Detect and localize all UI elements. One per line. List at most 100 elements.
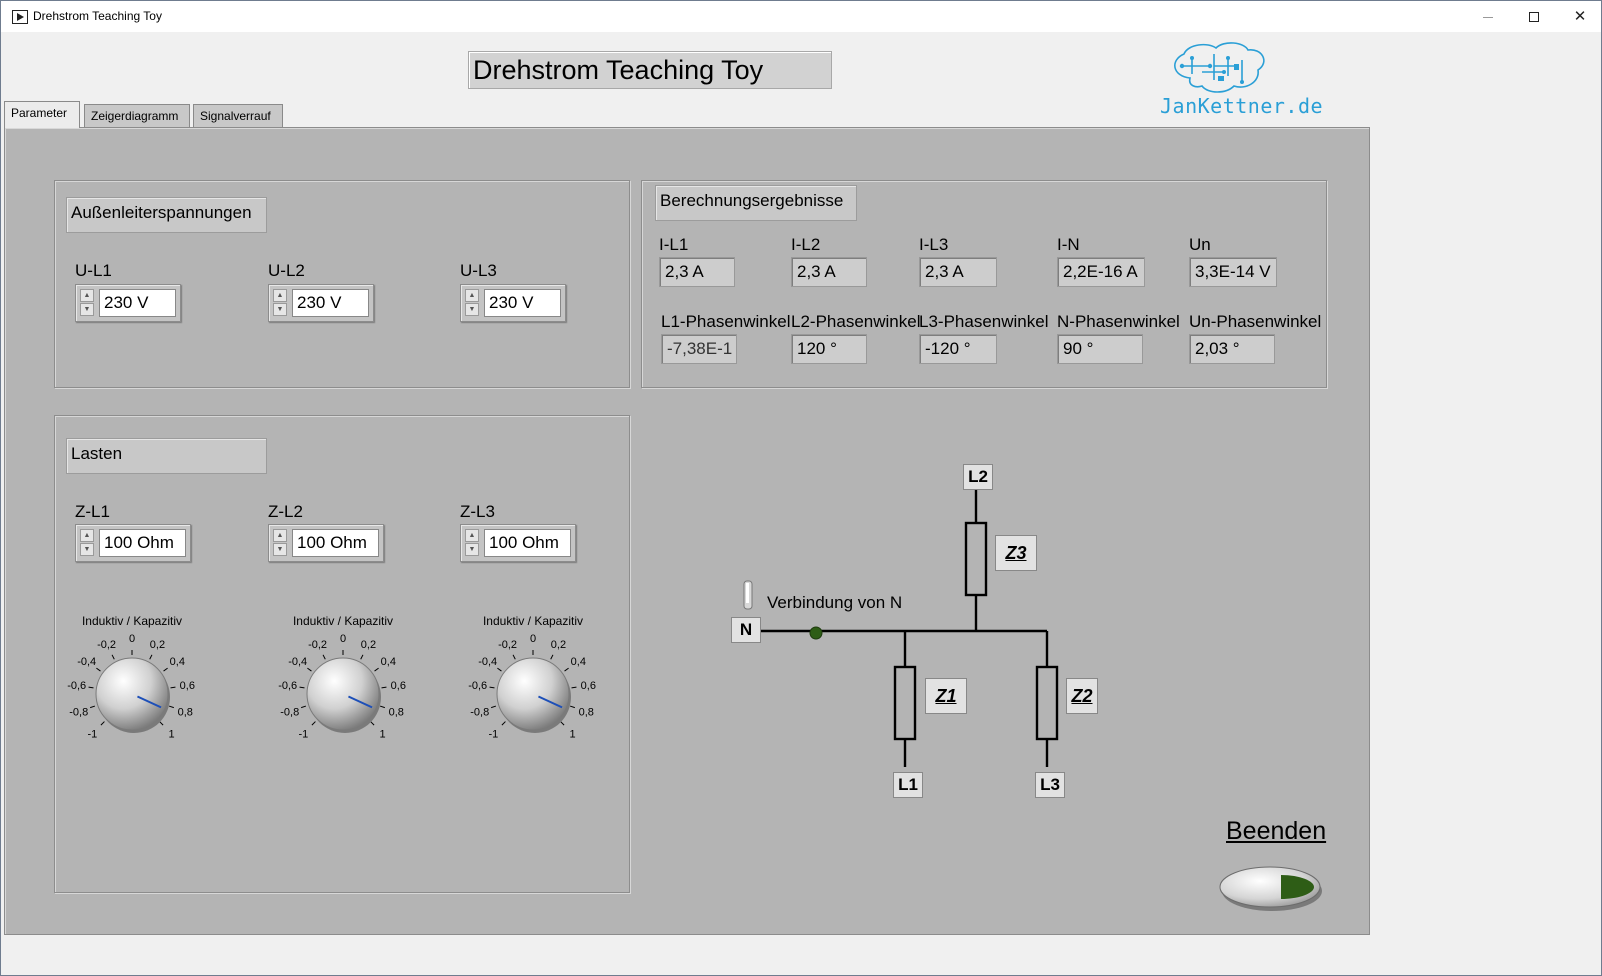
knob-scale-label: 0,4 bbox=[571, 656, 586, 668]
increment-icon[interactable]: ▲ bbox=[80, 529, 94, 542]
decrement-icon[interactable]: ▼ bbox=[465, 543, 479, 556]
knob-tick bbox=[379, 705, 386, 709]
z-l3-spinner[interactable]: ▲ ▼ bbox=[465, 529, 480, 557]
knob-tick bbox=[571, 686, 577, 689]
z-l3-label: Z-L3 bbox=[460, 502, 495, 521]
voltages-group: Außenleiterspannungen U-L1 ▲ ▼ 230 V U-L2… bbox=[54, 180, 630, 388]
knob-scale-label: -0,4 bbox=[478, 656, 497, 668]
knob-tick bbox=[89, 705, 96, 709]
knob-tick bbox=[374, 667, 379, 672]
tab-signalverlauf[interactable]: Signalverrauf bbox=[193, 104, 283, 128]
increment-icon[interactable]: ▲ bbox=[80, 289, 94, 302]
knob-tick bbox=[560, 721, 565, 726]
z-l3-input[interactable]: 100 Ohm bbox=[484, 529, 571, 557]
tab-parameter[interactable]: Parameter bbox=[4, 101, 80, 128]
knob-tick bbox=[163, 667, 168, 672]
knob-scale-label: 0 bbox=[340, 633, 346, 645]
u-l3-input[interactable]: 230 V bbox=[484, 289, 561, 317]
knob-scale-label: -0,2 bbox=[498, 639, 517, 651]
knob-scale-label: 1 bbox=[570, 729, 576, 741]
knob-scale-label: -0,4 bbox=[288, 656, 307, 668]
knob-scale-label: 1 bbox=[169, 729, 175, 741]
knob-scale-label: 0,2 bbox=[150, 639, 165, 651]
knob-dial[interactable]: -1-0,8 -0,6 -0,4-0,2 0 0,2 0,4 0,6 0,81 bbox=[463, 614, 603, 744]
results-group: Berechnungsergebnisse I-L1 2,3 A I-L2 2,… bbox=[641, 180, 1327, 388]
decrement-icon[interactable]: ▼ bbox=[80, 303, 94, 316]
knob-scale-label: 0,6 bbox=[391, 680, 406, 692]
n-switch-label: Verbindung von N bbox=[767, 593, 903, 612]
u-l1-spinner[interactable]: ▲ ▼ bbox=[80, 289, 95, 317]
u-l2-input[interactable]: 230 V bbox=[292, 289, 369, 317]
z1-label: Z1 bbox=[925, 678, 967, 714]
z-l1-label: Z-L1 bbox=[75, 502, 110, 521]
knob-scale-label: 0,6 bbox=[180, 680, 195, 692]
increment-icon[interactable]: ▲ bbox=[465, 529, 479, 542]
increment-icon[interactable]: ▲ bbox=[273, 289, 287, 302]
u-l2-label: U-L2 bbox=[268, 261, 305, 280]
decrement-icon[interactable]: ▼ bbox=[465, 303, 479, 316]
tab-zeigerdiagramm[interactable]: Zeigerdiagramm bbox=[84, 104, 190, 128]
quit-label: Beenden bbox=[1226, 817, 1327, 845]
app-heading: Drehstrom Teaching Toy bbox=[468, 51, 832, 89]
increment-icon[interactable]: ▲ bbox=[465, 289, 479, 302]
z-l1-input[interactable]: 100 Ohm bbox=[99, 529, 186, 557]
increment-icon[interactable]: ▲ bbox=[273, 529, 287, 542]
un-indicator: 3,3E-14 V bbox=[1189, 257, 1277, 287]
logo-text: JanKettner.de bbox=[1160, 94, 1324, 118]
knob-tick bbox=[311, 721, 316, 726]
circuit-diagram bbox=[743, 489, 1059, 767]
maximize-icon bbox=[1529, 12, 1539, 23]
loads-group: Lasten Z-L1 ▲ ▼ 100 Ohm Z-L2 ▲ ▼ 100 Ohm Z… bbox=[54, 415, 630, 893]
knob-body bbox=[496, 657, 570, 731]
decrement-icon[interactable]: ▼ bbox=[80, 543, 94, 556]
decrement-icon[interactable]: ▼ bbox=[273, 303, 287, 316]
i-n-indicator: 2,2E-16 A bbox=[1057, 257, 1145, 287]
n-switch[interactable] bbox=[743, 580, 753, 610]
knob-tick bbox=[550, 654, 554, 660]
results-group-title: Berechnungsergebnisse bbox=[655, 185, 857, 221]
app-icon bbox=[12, 10, 28, 24]
u-l3-spinner[interactable]: ▲ ▼ bbox=[465, 289, 480, 317]
decrement-icon[interactable]: ▼ bbox=[273, 543, 287, 556]
u-l2-spinner[interactable]: ▲ ▼ bbox=[273, 289, 288, 317]
knob-z-l3[interactable]: Induktiv / Kapazitiv -1 -0,8 -0,6 -0,4 -0,2 0… bbox=[463, 614, 603, 744]
voltages-group-title: Außenleiterspannungen bbox=[66, 197, 267, 233]
l3-angle-indicator: -120 ° bbox=[919, 334, 997, 364]
knob-z-l1[interactable]: Induktiv / Kapazitiv -1 -0,8 -0,6 -0,4 -0,2 0… bbox=[62, 614, 202, 744]
un-angle-indicator: 2,03 ° bbox=[1189, 334, 1275, 364]
quit-button[interactable] bbox=[1218, 861, 1324, 913]
knob-dial[interactable]: -1-0,8 -0,6 -0,4-0,2 0 0,2 0,4 0,6 0,81 bbox=[273, 614, 413, 744]
knob-scale-label: 1 bbox=[380, 729, 386, 741]
z-l1-spinner[interactable]: ▲ ▼ bbox=[80, 529, 95, 557]
i-l3-indicator: 2,3 A bbox=[919, 257, 997, 287]
knob-scale-label: -1 bbox=[489, 729, 499, 741]
u-l1-input[interactable]: 230 V bbox=[99, 289, 176, 317]
u-l3-control: ▲ ▼ 230 V bbox=[460, 284, 566, 322]
i-l3-label: I-L3 bbox=[919, 235, 949, 254]
z-l2-input[interactable]: 100 Ohm bbox=[292, 529, 379, 557]
knob-tick bbox=[360, 654, 364, 660]
knob-scale-label: -0,2 bbox=[97, 639, 116, 651]
knob-tick bbox=[299, 686, 305, 689]
close-button[interactable]: ✕ bbox=[1557, 1, 1602, 32]
z-l2-spinner[interactable]: ▲ ▼ bbox=[273, 529, 288, 557]
knob-scale-label: 0,4 bbox=[170, 656, 185, 668]
knob-scale-label: -0,6 bbox=[468, 680, 487, 692]
knob-z-l2[interactable]: Induktiv / Kapazitiv -1 -0,8 -0,6 -0,4 -0,2 0… bbox=[273, 614, 413, 744]
n-angle-indicator: 90 ° bbox=[1057, 334, 1143, 364]
l2-angle-indicator: 120 ° bbox=[791, 334, 867, 364]
minimize-button[interactable] bbox=[1465, 1, 1511, 32]
z2-label: Z2 bbox=[1066, 678, 1098, 714]
knob-scale-label: -1 bbox=[88, 729, 98, 741]
knob-scale-label: 0,8 bbox=[178, 706, 193, 718]
knob-scale-label: -0,8 bbox=[69, 706, 88, 718]
knob-dial[interactable]: -1-0,8 -0,6 -0,4-0,2 0 0,2 0,4 0,6 0,81 bbox=[62, 614, 202, 744]
u-l3-label: U-L3 bbox=[460, 261, 497, 280]
knob-scale-label: -0,2 bbox=[308, 639, 327, 651]
knob-scale-label: -0,4 bbox=[77, 656, 96, 668]
maximize-button[interactable] bbox=[1511, 1, 1557, 32]
u-l2-control: ▲ ▼ 230 V bbox=[268, 284, 374, 322]
n-connection-led bbox=[809, 626, 823, 640]
l1-angle-indicator: -7,38E-1 bbox=[661, 334, 737, 364]
knob-tick bbox=[381, 686, 387, 689]
